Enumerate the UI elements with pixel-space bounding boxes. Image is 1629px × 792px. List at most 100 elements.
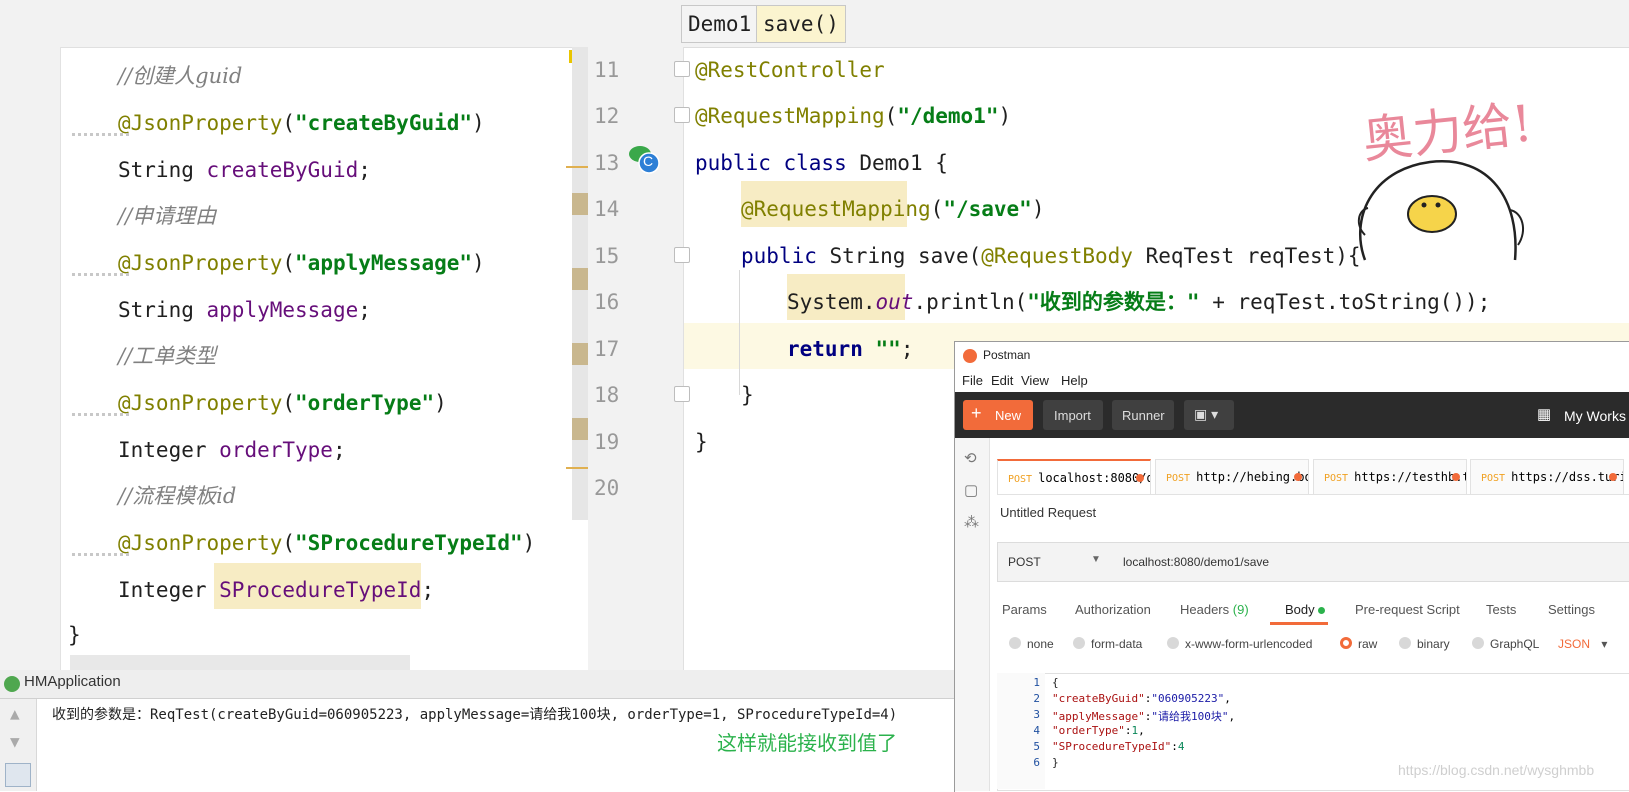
code-line-return: return "";	[787, 327, 913, 371]
history-icon[interactable]: ⟲	[964, 449, 977, 467]
workspace-grid-icon[interactable]: ▦	[1537, 405, 1551, 423]
arrow-up-icon[interactable]: ▲	[10, 704, 20, 723]
import-button[interactable]: Import	[1043, 400, 1103, 430]
menu-edit[interactable]: Edit	[991, 373, 1013, 388]
arrow-down-icon[interactable]: ▼	[10, 732, 20, 751]
code-comment: //创建人guid	[118, 64, 243, 88]
request-tab[interactable]: POST localhost:8080/d...	[997, 459, 1151, 495]
string-literal: "createByGuid"	[295, 111, 473, 135]
string-literal: "/save"	[943, 197, 1032, 221]
semicolon: ;	[421, 578, 435, 602]
postman-menubar	[955, 370, 1629, 392]
radio-binary[interactable]	[1399, 637, 1411, 649]
code-annotation-line: @RestController	[695, 58, 885, 82]
tab-method: POST	[1481, 473, 1506, 484]
run-config-title[interactable]: HMApplication	[24, 673, 121, 690]
runner-button[interactable]: Runner	[1112, 400, 1174, 430]
radio-none[interactable]	[1009, 637, 1021, 649]
soft-wrap-icon[interactable]	[5, 763, 31, 787]
paren: (	[282, 391, 296, 415]
scrollbar-marker[interactable]	[572, 268, 588, 290]
scrollbar-marker[interactable]	[572, 193, 588, 215]
tab-body[interactable]: Body	[1285, 602, 1326, 617]
scrollbar-marker[interactable]	[572, 343, 588, 365]
paren: (	[282, 531, 296, 555]
breadcrumb-class[interactable]: Demo1	[681, 5, 759, 43]
paren: )	[434, 391, 447, 415]
method-select[interactable]: POST ▼	[997, 542, 1113, 582]
radio-urlencoded-label: x-www-form-urlencoded	[1185, 637, 1313, 651]
request-tab[interactable]: POST https://testhb.tur...	[1313, 459, 1467, 494]
tab-method: POST	[1324, 473, 1349, 484]
request-tab[interactable]: POST https://dss.turing...	[1470, 459, 1624, 494]
tab-url: https://testhb.tur...	[1354, 470, 1466, 484]
scrollbar-position-line	[566, 467, 588, 469]
radio-raw-selected[interactable]	[1340, 637, 1352, 649]
class-name: Demo1 {	[859, 151, 948, 175]
fold-toggle-icon[interactable]	[674, 386, 690, 402]
code-line-println: System.out.println("收到的参数是：" + reqTest.t…	[787, 280, 1490, 324]
type-name: Integer	[118, 578, 220, 602]
request-name[interactable]: Untitled Request	[1000, 505, 1096, 520]
code-line-request-mapping: @RequestMapping("/save")	[741, 187, 1044, 231]
annotation: @JsonProperty	[118, 391, 283, 415]
chevron-down-icon: ▼	[1091, 554, 1101, 565]
collections-icon[interactable]: ▢	[964, 481, 978, 499]
watermark: https://blog.csdn.net/wysghmbb	[1398, 762, 1595, 778]
keyword: public	[741, 244, 830, 268]
scrollbar-marker[interactable]	[572, 418, 588, 440]
new-button[interactable]: + New	[963, 400, 1033, 430]
fold-toggle-icon[interactable]	[674, 107, 690, 123]
annotation: @JsonProperty	[118, 531, 283, 555]
method-value: POST	[1008, 555, 1041, 569]
url-input[interactable]: localhost:8080/demo1/save	[1111, 542, 1629, 582]
json-key: "createByGuid"	[1052, 692, 1145, 705]
request-tab[interactable]: POST http://hebing.bo...	[1155, 459, 1309, 494]
line-number: 12	[594, 104, 620, 128]
paren: )	[998, 104, 1012, 128]
fold-toggle-icon[interactable]	[674, 61, 690, 77]
string-literal: ""	[875, 337, 901, 361]
horizontal-scrollbar[interactable]	[70, 655, 410, 670]
workspace-label[interactable]: My Works	[1564, 408, 1626, 424]
tab-params[interactable]: Params	[1002, 602, 1047, 617]
new-window-button[interactable]: ▣ ▾	[1184, 400, 1234, 430]
tab-authorization[interactable]: Authorization	[1075, 602, 1151, 617]
tab-headers[interactable]: Headers (9)	[1180, 602, 1249, 617]
paren: (	[930, 197, 944, 221]
tab-tests[interactable]: Tests	[1486, 602, 1516, 617]
radio-graphql[interactable]	[1472, 637, 1484, 649]
weak-warning-underline	[72, 413, 132, 416]
spring-boot-icon	[4, 676, 20, 692]
spring-bean-icon[interactable]: C	[627, 143, 660, 174]
menu-help[interactable]: Help	[1061, 373, 1088, 388]
apis-icon[interactable]: ⁂	[964, 513, 979, 531]
tab-settings[interactable]: Settings	[1548, 602, 1595, 617]
menu-view[interactable]: View	[1021, 373, 1049, 388]
scrollbar-position-line	[566, 166, 588, 168]
code-comment: //工单类型	[118, 344, 217, 368]
tab-pre-request-script[interactable]: Pre-request Script	[1355, 602, 1460, 617]
json-value: 4	[1177, 740, 1185, 753]
radio-form-data[interactable]	[1073, 637, 1085, 649]
weak-warning-underline	[72, 133, 132, 136]
fold-toggle-icon[interactable]	[674, 247, 690, 263]
left-editor-topbar	[0, 0, 588, 48]
body-format-select[interactable]: JSON ▾	[1558, 637, 1607, 651]
code-line-number: 5	[1033, 740, 1040, 753]
headers-count-badge: (9)	[1232, 602, 1249, 617]
weak-warning-underline	[72, 273, 132, 276]
radio-urlencoded[interactable]	[1167, 637, 1179, 649]
postman-title: Postman	[983, 348, 1031, 362]
static-field: out	[875, 290, 914, 314]
semicolon: ;	[332, 438, 346, 462]
json-line: "applyMessage":"请给我100块",	[1052, 710, 1236, 723]
json-value: 1	[1131, 724, 1139, 737]
line-number: 14	[594, 197, 620, 221]
method-call: .println(	[913, 290, 1028, 314]
breadcrumb-method[interactable]: save()	[756, 5, 846, 43]
menu-file[interactable]: File	[962, 373, 983, 388]
type-name: Integer	[118, 438, 220, 462]
code-line-number: 2	[1033, 692, 1040, 705]
code-line-number: 3	[1033, 708, 1040, 721]
